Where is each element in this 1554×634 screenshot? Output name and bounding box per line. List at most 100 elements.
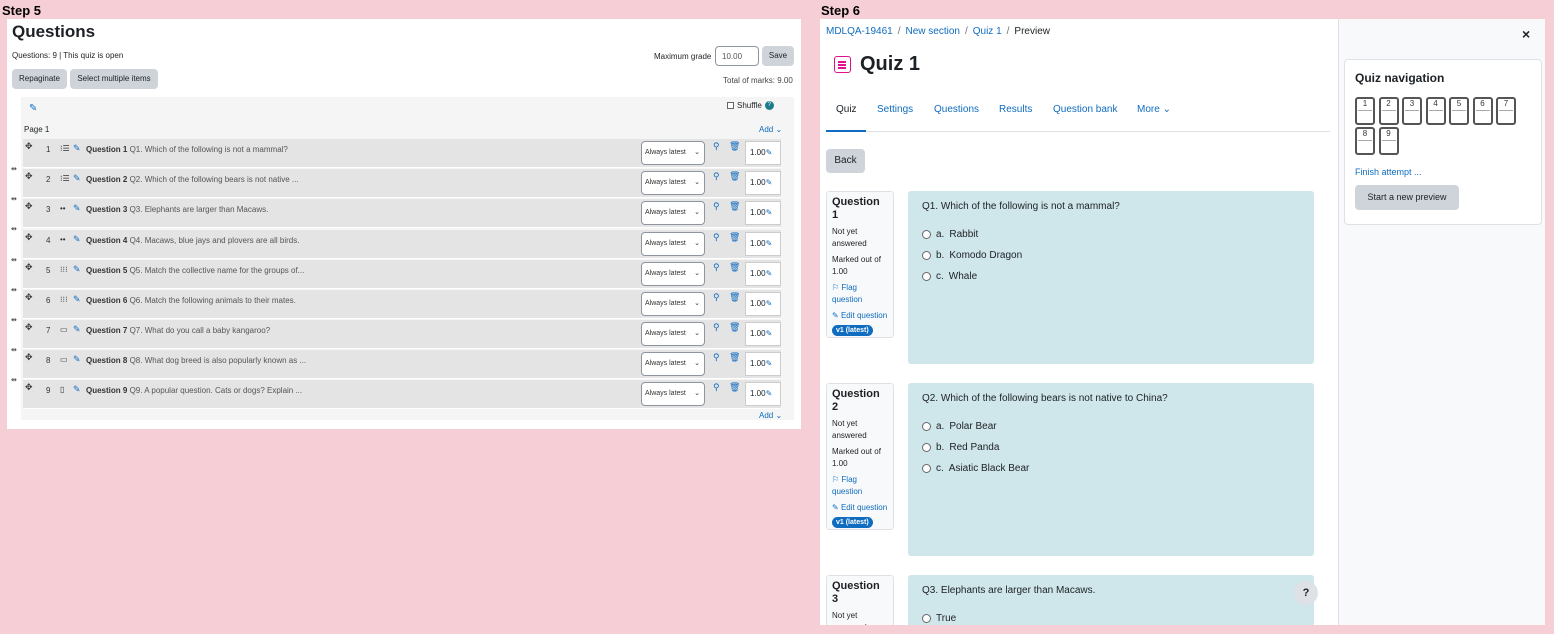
edit-question-icon[interactable]: ✎	[73, 324, 81, 335]
version-select[interactable]: Always latest ⌄	[641, 262, 705, 286]
question-name[interactable]: Question 9 Q9. A popular question. Cats …	[86, 386, 302, 395]
page-break-icon[interactable]: ⇹	[11, 225, 17, 233]
radio-button[interactable]	[922, 464, 931, 473]
preview-icon[interactable]: ⚲	[713, 382, 720, 393]
answer-option[interactable]: c. Whale	[922, 271, 1300, 282]
move-icon[interactable]: ✥	[25, 322, 33, 333]
quiz-nav-button[interactable]: 9	[1378, 127, 1399, 155]
quiz-nav-button[interactable]: 2	[1378, 97, 1399, 125]
start-new-preview-button[interactable]: Start a new preview	[1355, 185, 1459, 210]
tab-questions[interactable]: Questions	[934, 104, 979, 115]
move-icon[interactable]: ✥	[25, 201, 33, 212]
move-icon[interactable]: ✥	[25, 382, 33, 393]
flag-question-link[interactable]: ⚐ Flag question	[832, 474, 888, 498]
delete-icon[interactable]: 🗑	[729, 232, 740, 243]
edit-mark-icon[interactable]: ✎	[766, 239, 773, 248]
preview-icon[interactable]: ⚲	[713, 292, 720, 303]
preview-icon[interactable]: ⚲	[713, 352, 720, 363]
quiz-nav-button[interactable]: 4	[1425, 97, 1446, 125]
move-icon[interactable]: ✥	[25, 141, 33, 152]
max-mark[interactable]: 1.00✎	[745, 382, 781, 406]
close-drawer-icon[interactable]: ×	[1522, 26, 1530, 42]
radio-button[interactable]	[922, 422, 931, 431]
quiz-nav-button[interactable]: 3	[1402, 97, 1422, 125]
radio-button[interactable]	[922, 443, 931, 452]
edit-question-icon[interactable]: ✎	[73, 384, 81, 395]
quiz-nav-button[interactable]: 6	[1472, 97, 1493, 125]
edit-mark-icon[interactable]: ✎	[766, 359, 773, 368]
page-break-icon[interactable]: ⇹	[11, 256, 17, 264]
breadcrumb-item-quiz[interactable]: Quiz 1	[973, 26, 1002, 37]
answer-option[interactable]: b. Komodo Dragon	[922, 250, 1300, 261]
edit-section-pencil-icon[interactable]: ✎	[29, 103, 37, 114]
help-icon[interactable]: ?	[764, 101, 774, 110]
answer-option[interactable]: a. Rabbit	[922, 229, 1300, 240]
max-mark[interactable]: 1.00✎	[745, 232, 781, 256]
back-button[interactable]: Back	[826, 149, 865, 173]
version-select[interactable]: Always latest ⌄	[641, 352, 705, 376]
delete-icon[interactable]: 🗑	[729, 201, 740, 212]
edit-question-icon[interactable]: ✎	[73, 354, 81, 365]
edit-question-icon[interactable]: ✎	[73, 143, 81, 154]
version-select[interactable]: Always latest ⌄	[641, 292, 705, 316]
move-icon[interactable]: ✥	[25, 262, 33, 273]
answer-option[interactable]: c. Asiatic Black Bear	[922, 463, 1300, 474]
max-mark[interactable]: 1.00✎	[745, 292, 781, 316]
radio-button[interactable]	[922, 272, 931, 281]
shuffle-checkbox[interactable]	[727, 102, 734, 109]
edit-question-icon[interactable]: ✎	[73, 234, 81, 245]
select-multiple-button[interactable]: Select multiple items	[70, 69, 158, 89]
tab-results[interactable]: Results	[999, 104, 1032, 115]
delete-icon[interactable]: 🗑	[729, 171, 740, 182]
add-menu-bottom[interactable]: Add ⌄	[759, 411, 782, 420]
repaginate-button[interactable]: Repaginate	[12, 69, 67, 89]
max-grade-input[interactable]: 10.00	[715, 46, 759, 66]
move-icon[interactable]: ✥	[25, 352, 33, 363]
page-break-icon[interactable]: ⇹	[11, 286, 17, 294]
question-name[interactable]: Question 8 Q8. What dog breed is also po…	[86, 356, 306, 365]
version-select[interactable]: Always latest ⌄	[641, 171, 705, 195]
radio-button[interactable]	[922, 230, 931, 239]
preview-icon[interactable]: ⚲	[713, 322, 720, 333]
quiz-nav-button[interactable]: 5	[1449, 97, 1469, 125]
preview-icon[interactable]: ⚲	[713, 232, 720, 243]
save-button[interactable]: Save	[762, 46, 794, 66]
max-mark[interactable]: 1.00✎	[745, 262, 781, 286]
version-select[interactable]: Always latest ⌄	[641, 232, 705, 256]
delete-icon[interactable]: 🗑	[729, 322, 740, 333]
answer-option[interactable]: a. Polar Bear	[922, 421, 1300, 432]
move-icon[interactable]: ✥	[25, 232, 33, 243]
shuffle-toggle[interactable]: Shuffle ?	[727, 101, 774, 110]
quiz-nav-button[interactable]: 8	[1355, 127, 1375, 155]
max-mark[interactable]: 1.00✎	[745, 141, 781, 165]
edit-mark-icon[interactable]: ✎	[766, 299, 773, 308]
edit-question-link[interactable]: ✎ Edit question	[832, 310, 888, 322]
question-name[interactable]: Question 3 Q3. Elephants are larger than…	[86, 205, 268, 214]
max-mark[interactable]: 1.00✎	[745, 322, 781, 346]
edit-mark-icon[interactable]: ✎	[766, 178, 773, 187]
delete-icon[interactable]: 🗑	[729, 292, 740, 303]
max-mark[interactable]: 1.00✎	[745, 201, 781, 225]
radio-button[interactable]	[922, 251, 931, 260]
edit-question-icon[interactable]: ✎	[73, 203, 81, 214]
preview-icon[interactable]: ⚲	[713, 201, 720, 212]
tab-quiz[interactable]: Quiz	[836, 104, 857, 115]
version-select[interactable]: Always latest ⌄	[641, 141, 705, 165]
move-icon[interactable]: ✥	[25, 292, 33, 303]
edit-mark-icon[interactable]: ✎	[766, 389, 773, 398]
max-mark[interactable]: 1.00✎	[745, 171, 781, 195]
tab-more[interactable]: More ⌄	[1137, 104, 1171, 115]
page-break-icon[interactable]: ⇹	[11, 165, 17, 173]
breadcrumb-item-course[interactable]: MDLQA-19461	[826, 26, 893, 37]
radio-button[interactable]	[922, 614, 931, 623]
edit-mark-icon[interactable]: ✎	[766, 329, 773, 338]
question-name[interactable]: Question 6 Q6. Match the following anima…	[86, 296, 296, 305]
edit-mark-icon[interactable]: ✎	[766, 208, 773, 217]
tab-question-bank[interactable]: Question bank	[1053, 104, 1118, 115]
question-name[interactable]: Question 5 Q5. Match the collective name…	[86, 266, 304, 275]
max-mark[interactable]: 1.00✎	[745, 352, 781, 376]
quiz-nav-button[interactable]: 7	[1496, 97, 1516, 125]
answer-option[interactable]: b. Red Panda	[922, 442, 1300, 453]
edit-mark-icon[interactable]: ✎	[766, 269, 773, 278]
version-select[interactable]: Always latest ⌄	[641, 201, 705, 225]
